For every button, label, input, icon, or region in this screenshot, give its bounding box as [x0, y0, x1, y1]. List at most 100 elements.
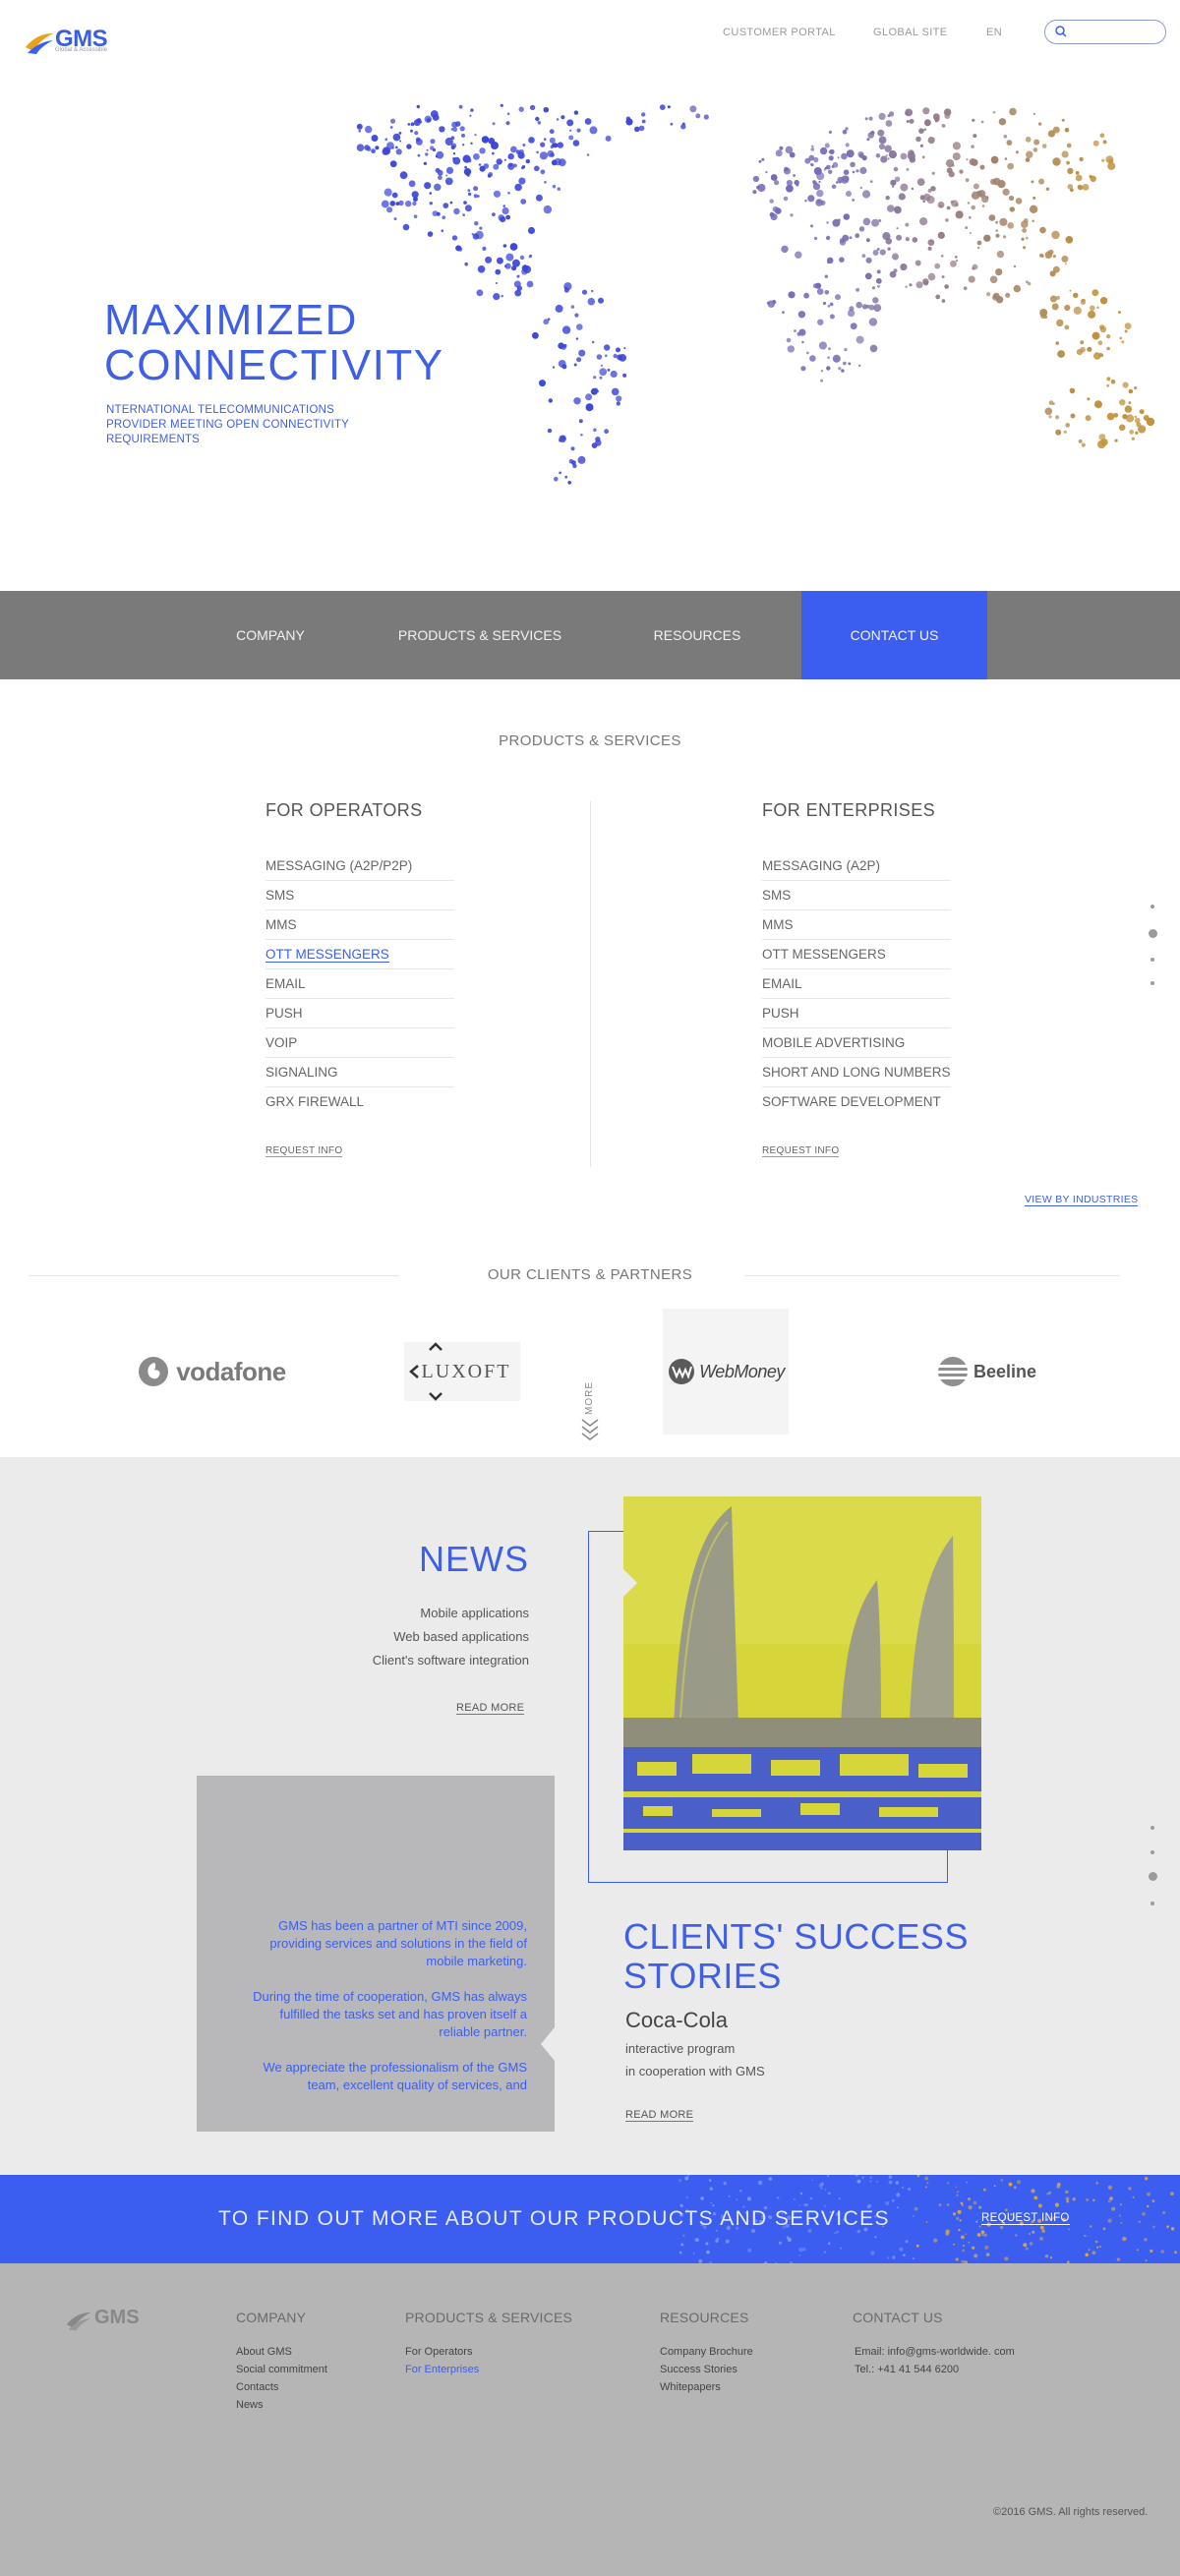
cta-dot [1017, 2180, 1021, 2185]
operator-item-grx-firewall[interactable]: GRX FIREWALL [266, 1087, 454, 1117]
map-dot [1069, 289, 1072, 292]
map-dot [504, 264, 507, 267]
operator-item-email[interactable]: EMAIL [266, 969, 454, 999]
map-dot [885, 196, 890, 201]
enterprise-item-mms[interactable]: MMS [762, 910, 951, 940]
section-nav-dot-5[interactable] [1150, 1826, 1154, 1830]
map-dot [888, 111, 895, 117]
enterprises-request-info-link[interactable]: REQUEST INFO [762, 1145, 840, 1157]
news-item-web-apps[interactable]: Web based applications [295, 1629, 529, 1644]
operator-item-messaging[interactable]: MESSAGING (A2P/P2P) [266, 851, 454, 881]
map-dot [859, 186, 862, 190]
footer-link-contacts[interactable]: Contacts [236, 2378, 327, 2396]
search-icon[interactable] [1053, 24, 1069, 39]
enterprise-item-messaging[interactable]: MESSAGING (A2P) [762, 851, 951, 881]
enterprise-item-software-development[interactable]: SOFTWARE DEVELOPMENT [762, 1087, 951, 1117]
map-dot [463, 201, 467, 205]
footer-link-about[interactable]: About GMS [236, 2343, 327, 2361]
client-logo-vodafone[interactable]: vodafone [118, 1308, 305, 1435]
enterprise-item-sms[interactable]: SMS [762, 881, 951, 910]
map-dot [399, 171, 408, 180]
section-nav-dot-6[interactable] [1150, 1850, 1154, 1854]
map-dot [959, 169, 964, 174]
section-nav-dot-8[interactable] [1150, 1902, 1154, 1905]
webmoney-label: WebMoney [699, 1361, 785, 1381]
nav-contact-us[interactable]: CONTACT US [801, 591, 987, 679]
cta-dot [976, 2233, 981, 2237]
map-dot [1146, 417, 1155, 427]
map-dot [1118, 311, 1121, 315]
global-site-link[interactable]: GLOBAL SITE [873, 27, 948, 38]
language-selector[interactable]: EN [986, 27, 1002, 38]
map-dot [1106, 412, 1115, 421]
news-read-more-link[interactable]: READ MORE [456, 1702, 525, 1715]
cta-dot [1025, 2247, 1029, 2251]
cta-dot [828, 2192, 831, 2195]
cta-dot [1044, 2254, 1049, 2258]
map-dot [914, 260, 921, 266]
section-nav-dot-7[interactable] [1149, 1872, 1157, 1881]
client-logo-luxoft[interactable]: LUXOFT [393, 1308, 531, 1435]
map-dot [1093, 352, 1101, 360]
nav-company[interactable]: COMPANY [197, 591, 344, 679]
operator-item-push[interactable]: PUSH [266, 999, 454, 1028]
nav-products-services[interactable]: PRODUCTS & SERVICES [385, 591, 574, 679]
view-by-industries-link[interactable]: VIEW BY INDUSTRIES [1025, 1194, 1139, 1206]
map-dot [695, 113, 701, 119]
map-dot [885, 120, 893, 127]
client-logo-webmoney[interactable]: WebMoney [662, 1308, 790, 1435]
success-read-more-link[interactable]: READ MORE [625, 2109, 694, 2122]
cta-dot [1161, 2210, 1166, 2215]
footer-link-enterprises[interactable]: For Enterprises [405, 2361, 479, 2378]
operator-item-ott-messengers[interactable]: OTT MESSENGERS [266, 940, 454, 969]
map-dot [554, 476, 559, 482]
section-nav-dot-3[interactable] [1150, 958, 1154, 962]
map-dot [823, 168, 826, 171]
footer-phone[interactable]: Tel.: +41 41 544 6200 [855, 2361, 1015, 2378]
more-clients-label[interactable]: MORE [584, 1381, 595, 1415]
map-dot [868, 116, 873, 121]
map-dot [461, 133, 465, 138]
enterprise-item-ott-messengers[interactable]: OTT MESSENGERS [762, 940, 951, 969]
operators-request-info-link[interactable]: REQUEST INFO [266, 1145, 343, 1157]
footer-link-social[interactable]: Social commitment [236, 2361, 327, 2378]
operator-item-mms[interactable]: MMS [266, 910, 454, 940]
map-dot [817, 319, 824, 325]
map-dot [610, 370, 618, 379]
footer-link-operators[interactable]: For Operators [405, 2343, 479, 2361]
section-nav-dot-2[interactable] [1149, 929, 1157, 938]
section-nav-dot-1[interactable] [1150, 905, 1154, 908]
map-dot [517, 287, 520, 291]
news-item-mobile-apps[interactable]: Mobile applications [295, 1606, 529, 1620]
section-nav-dot-4[interactable] [1150, 981, 1154, 985]
map-dot [909, 283, 913, 287]
footer-logo-text[interactable]: GMS [94, 2307, 140, 2329]
map-dot [1095, 401, 1102, 408]
operator-item-voip[interactable]: VOIP [266, 1028, 454, 1058]
nav-resources[interactable]: RESOURCES [623, 591, 771, 679]
enterprise-item-mobile-advertising[interactable]: MOBILE ADVERTISING [762, 1028, 951, 1058]
news-item-software-integration[interactable]: Client's software integration [295, 1653, 529, 1668]
map-dot [1129, 430, 1135, 435]
footer-link-success-stories[interactable]: Success Stories [660, 2361, 753, 2378]
map-dot [502, 244, 507, 248]
operator-item-sms[interactable]: SMS [266, 881, 454, 910]
map-dot [918, 128, 924, 134]
enterprise-item-short-long-numbers[interactable]: SHORT AND LONG NUMBERS [762, 1058, 951, 1087]
more-chevrons-icon[interactable] [578, 1416, 602, 1443]
footer-email[interactable]: Email: info@gms-worldwide. com [855, 2343, 1015, 2361]
client-logo-beeline[interactable]: Beeline [922, 1308, 1050, 1435]
footer-link-brochure[interactable]: Company Brochure [660, 2343, 753, 2361]
footer-link-whitepapers[interactable]: Whitepapers [660, 2378, 753, 2396]
map-dot [537, 121, 542, 125]
map-dot [598, 297, 604, 304]
enterprise-item-email[interactable]: EMAIL [762, 969, 951, 999]
cta-dot [885, 2201, 890, 2205]
enterprise-item-push[interactable]: PUSH [762, 999, 951, 1028]
footer-link-news[interactable]: News [236, 2396, 327, 2414]
map-dot [417, 153, 421, 157]
cta-dot [861, 2176, 864, 2179]
operator-item-signaling[interactable]: SIGNALING [266, 1058, 454, 1087]
customer-portal-link[interactable]: CUSTOMER PORTAL [723, 27, 836, 38]
cta-request-info-link[interactable]: REQUEST INFO [981, 2212, 1070, 2225]
